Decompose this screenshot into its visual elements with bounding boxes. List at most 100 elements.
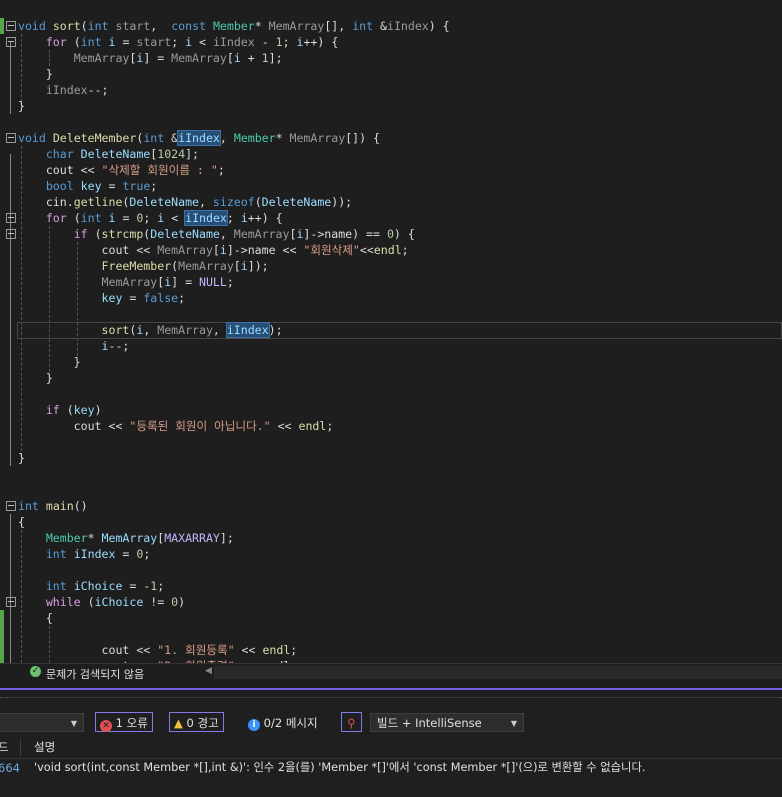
code-token: < [164, 211, 186, 225]
code-line[interactable]: MemArray[i] = MemArray[i + 1]; [18, 50, 283, 66]
code-token: } [18, 355, 81, 369]
horizontal-scrollbar[interactable] [214, 666, 782, 679]
solution-scope-dropdown[interactable]: ▼ [0, 713, 84, 732]
code-token: ]->name << [226, 243, 304, 257]
code-token: int [45, 579, 67, 593]
code-token: ; [226, 211, 241, 225]
filter-button[interactable]: ⚲ [341, 712, 362, 732]
code-line[interactable]: { [18, 610, 53, 626]
code-line[interactable]: void sort(int start, const Member* MemAr… [18, 18, 450, 34]
code-token: iChoice [73, 579, 123, 593]
code-line[interactable]: if (key) [18, 402, 102, 418]
code-line[interactable]: cout << MemArray[i]->name << "회원삭제"<<end… [18, 242, 409, 258]
code-line[interactable]: if (strcmp(DeleteName, MemArray[i]->name… [18, 226, 415, 242]
outline-guide [10, 42, 11, 114]
code-token: ( [254, 195, 262, 209]
collapse-icon[interactable] [6, 501, 16, 511]
code-line[interactable]: while (iChoice != 0) [18, 594, 185, 610]
code-token: cout << [18, 643, 158, 657]
code-token: MemArray [157, 323, 213, 337]
code-line[interactable]: Member* MemArray[MAXARRAY]; [18, 530, 234, 546]
collapse-icon[interactable] [6, 133, 16, 143]
code-token: int [352, 19, 374, 33]
code-line[interactable]: } [18, 66, 53, 82]
code-line[interactable]: FreeMember(MemArray[i]); [18, 258, 269, 274]
collapse-icon[interactable] [6, 21, 16, 31]
code-line[interactable]: void DeleteMember(int &iIndex, Member* M… [18, 130, 380, 146]
code-line[interactable]: bool key = true; [18, 178, 157, 194]
code-line[interactable]: int iIndex = 0; [18, 546, 150, 562]
code-token: ( [80, 595, 95, 609]
code-line[interactable]: for (int i = 0; i < iIndex; i++) { [18, 210, 283, 226]
code-line[interactable]: iIndex--; [18, 82, 109, 98]
code-line[interactable]: cout << "등록된 회원이 아닙니다." << endl; [18, 418, 334, 434]
error-code[interactable]: 664 [0, 760, 20, 776]
check-circle-icon: ✓ [30, 666, 41, 677]
code-line[interactable]: key = false; [18, 290, 186, 306]
code-token: DeleteName [261, 195, 332, 209]
code-token: ; [226, 275, 234, 289]
collapse-icon[interactable] [6, 213, 16, 223]
code-token: = [115, 547, 137, 561]
code-token: if [73, 227, 88, 241]
code-line[interactable]: cin.getline(DeleteName, sizeof(DeleteNam… [18, 194, 352, 210]
column-description[interactable]: 설명 [34, 737, 55, 758]
code-editor[interactable]: void sort(int start, const Member* MemAr… [0, 0, 782, 663]
code-token: i [240, 211, 248, 225]
code-token: = [115, 211, 137, 225]
code-token: FreeMember [101, 259, 172, 273]
code-line[interactable]: } [18, 98, 25, 114]
code-line[interactable]: MemArray[i] = NULL; [18, 274, 234, 290]
issues-status[interactable]: 문제가 검색되지 않음 [46, 666, 144, 682]
code-line[interactable]: sort(i, MemArray, iIndex); [18, 322, 283, 338]
code-line[interactable]: cout << "삭제할 회원이름 : "; [18, 162, 225, 178]
code-line[interactable]: int iChoice = -1; [18, 578, 164, 594]
code-token: getline [73, 195, 123, 209]
code-token: { [18, 515, 25, 529]
column-divider[interactable] [20, 739, 21, 756]
code-line[interactable]: } [18, 450, 25, 466]
code-line[interactable]: char DeleteName[1024]; [18, 146, 199, 162]
code-token: = [115, 35, 137, 49]
messages-filter-button[interactable]: i 0/2 메시지 [243, 712, 323, 732]
scroll-left-icon[interactable]: ◀ [205, 666, 212, 676]
code-line[interactable]: for (int i = start; i < iIndex - 1; i++)… [18, 34, 338, 50]
code-line[interactable]: i--; [18, 338, 130, 354]
code-line[interactable]: int main() [18, 498, 88, 514]
build-scope-dropdown[interactable]: 빌드 + IntelliSense ▼ [370, 713, 524, 732]
panel-grip[interactable] [0, 697, 782, 698]
code-token: ) { [428, 19, 450, 33]
code-token: } [18, 451, 25, 465]
warnings-filter-button[interactable]: ▲ 0 경고 [169, 712, 224, 732]
column-code[interactable]: 드 [0, 737, 9, 758]
code-line[interactable]: cout << "1. 회원등록" << endl; [18, 642, 298, 658]
code-token: ; [282, 35, 297, 49]
highlighted-reference: iIndex [177, 130, 221, 146]
code-token: ; [157, 579, 165, 593]
code-token: void [18, 19, 46, 33]
code-line[interactable]: } [18, 370, 53, 386]
code-token: () [73, 499, 88, 513]
highlighted-reference: iIndex [184, 210, 228, 226]
collapse-icon[interactable] [6, 37, 16, 47]
collapse-icon[interactable] [6, 597, 16, 607]
code-token: MemArray [171, 51, 227, 65]
errors-filter-button[interactable]: ✕ 1 오류 [95, 712, 153, 732]
code-token: --; [108, 339, 130, 353]
code-token: ( [59, 403, 74, 417]
code-token: MemArray [157, 243, 213, 257]
code-line[interactable]: } [18, 354, 81, 370]
error-row[interactable]: 664 'void sort(int,const Member *[],int … [0, 760, 782, 776]
code-token: ; [178, 291, 186, 305]
collapse-icon[interactable] [6, 229, 16, 239]
code-token: ] = [171, 275, 199, 289]
code-line[interactable]: { [18, 514, 25, 530]
code-token: , [199, 195, 213, 209]
